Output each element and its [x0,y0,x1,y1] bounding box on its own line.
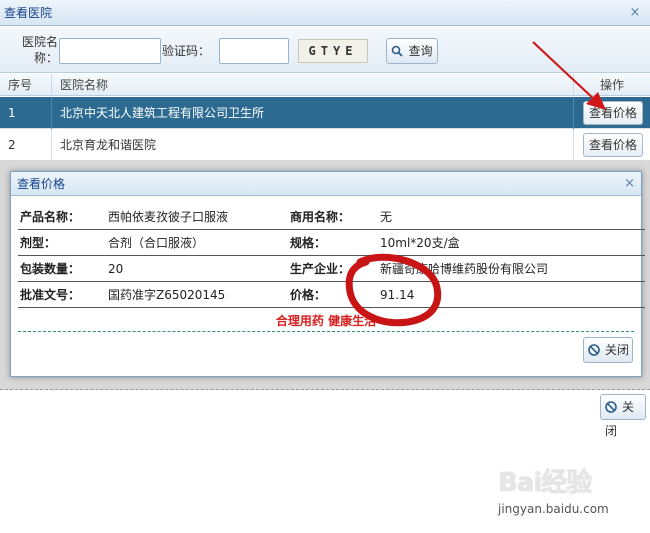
dialog-close-button[interactable]: 关闭 [583,337,633,363]
close-icon[interactable]: × [628,0,642,26]
dialog-close-label: 关闭 [605,343,630,357]
grid-header: 序号 医院名称 操作 [0,74,650,96]
price-dialog-title: 查看价格 [17,177,66,191]
view-price-button[interactable]: 查看价格 [583,133,643,157]
cancel-icon [605,401,617,413]
search-button[interactable]: 查询 [386,38,438,64]
captcha-input[interactable] [219,38,289,64]
watermark-logo: Bai经验 [498,468,592,498]
watermark: Bai经验 jingyan.baidu.com [498,460,648,530]
column-index: 序号 [0,74,52,96]
product-name-value: 西帕依麦孜彼子口服液 [108,210,229,224]
view-price-button[interactable]: 查看价格 [583,101,643,125]
hospital-window-title: 查看医院 [4,6,53,20]
detail-row: 包装数量： 20 生产企业： 新疆奇康哈博维药股份有限公司 [18,256,645,282]
divider [18,331,634,332]
detail-row: 批准文号： 国药准字Z65020145 价格： 91.14 [18,282,645,308]
column-action: 操作 [600,78,625,92]
package-quantity-value: 20 [108,262,124,276]
dosage-form-label: 剂型： [20,236,57,250]
approval-number-label: 批准文号： [20,288,81,302]
table-row[interactable]: 1 北京中天北人建筑工程有限公司卫生所 查看价格 [0,97,650,129]
specification-label: 规格： [290,236,327,250]
search-icon [392,45,404,57]
manufacturer-label: 生产企业： [290,262,351,276]
hospital-name-input[interactable] [59,38,161,64]
price-dialog: 查看价格 × 产品名称： 西帕依麦孜彼子口服液 商用名称： 无 剂型： 合剂（合… [10,171,645,377]
approval-number-value: 国药准字Z65020145 [108,288,226,302]
detail-row: 产品名称： 西帕依麦孜彼子口服液 商用名称： 无 [18,204,645,230]
detail-row: 剂型： 合剂（合口服液） 规格： 10ml*20支/盒 [18,230,645,256]
manufacturer-value: 新疆奇康哈博维药股份有限公司 [380,262,549,276]
hospital-name-label-line2: 称： [34,51,59,65]
row-hospital-name: 北京育龙和谐医院 [52,129,574,161]
dosage-form-value: 合剂（合口服液） [108,236,205,250]
captcha-label: 验证码： [162,44,211,58]
table-row[interactable]: 2 北京育龙和谐医院 查看价格 [0,129,650,161]
price-dialog-titlebar: 查看价格 × [11,172,641,196]
close-icon[interactable]: × [624,172,635,196]
package-quantity-label: 包装数量： [20,262,81,276]
row-index: 1 [0,97,52,129]
price-label: 价格： [290,288,327,302]
row-index: 2 [0,129,52,161]
slogan: 合理用药 健康生活 [275,314,377,328]
trade-name-label: 商用名称： [290,210,351,224]
captcha-image[interactable]: GTYE [298,39,368,63]
price-value: 91.14 [380,288,415,302]
trade-name-value: 无 [380,210,393,224]
watermark-url: jingyan.baidu.com [498,502,609,516]
outer-close-button[interactable]: 关闭 [600,394,646,438]
hospital-window-titlebar: 查看医院 × [0,0,650,26]
cancel-icon [588,344,600,356]
hospital-name-label-line1: 医院名 [22,35,59,49]
search-button-label: 查询 [408,44,433,58]
row-hospital-name: 北京中天北人建筑工程有限公司卫生所 [52,97,574,129]
product-name-label: 产品名称： [20,210,81,224]
search-bar: 医院名 称： 验证码： GTYE 查询 [0,27,650,73]
column-hospital-name: 医院名称 [52,74,574,96]
specification-value: 10ml*20支/盒 [380,236,460,250]
